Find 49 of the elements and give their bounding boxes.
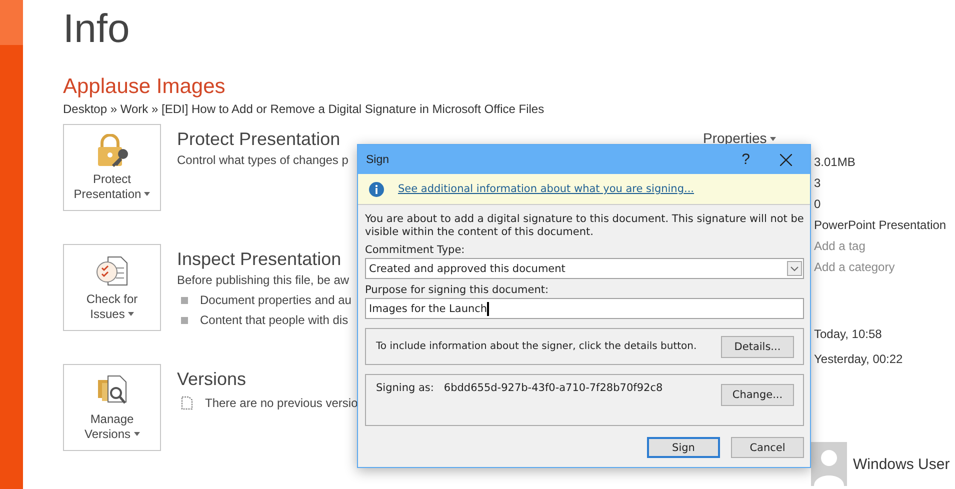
date-value: Today, 10:58: [814, 326, 883, 343]
dialog-title: Sign: [366, 154, 390, 166]
property-value: 3.01MB: [814, 154, 856, 171]
section-description: Control what types of changes p: [177, 153, 348, 167]
section-heading: Inspect Presentation: [177, 248, 342, 270]
page-title: Info: [63, 6, 131, 52]
section-heading: Versions: [177, 368, 248, 390]
versions-note: There are no previous versio: [205, 396, 358, 410]
bullet-icon: [181, 316, 188, 324]
author-name: Windows User: [853, 456, 950, 472]
property-hint[interactable]: Add a tag: [814, 236, 950, 257]
bullet-icon: [181, 296, 188, 304]
section-description: Before publishing this file, be aw: [177, 273, 350, 287]
section-button[interactable]: Protect Presentation: [63, 124, 161, 211]
document-outline-icon: [181, 396, 193, 410]
signing-label: Signing as:: [376, 382, 434, 394]
caret-icon: [134, 432, 140, 436]
field-label: Purpose for signing this document:: [365, 284, 550, 296]
date-value: Yesterday, 00:22: [814, 351, 904, 368]
signing-id: 6bdd655d-927b-43f0-a710-7f28b70f92c8: [444, 382, 664, 394]
caret-icon: [128, 312, 134, 316]
section-button[interactable]: Manage Versions: [63, 364, 161, 451]
details-button[interactable]: Details...: [721, 336, 794, 358]
help-button[interactable]: ?: [742, 151, 750, 168]
bullet-text: Document properties and au: [200, 293, 352, 307]
caret-icon: [770, 137, 776, 142]
change-button[interactable]: Change...: [721, 384, 794, 406]
property-value: 3: [814, 175, 822, 192]
properties-header[interactable]: Properties: [703, 130, 950, 146]
purpose-field[interactable]: Images for the Launch: [365, 298, 804, 319]
section-heading: Protect Presentation: [177, 128, 342, 150]
property-value: 0: [814, 196, 822, 213]
property-value: PowerPoint Presentation: [814, 217, 948, 234]
cancel-button[interactable]: Cancel: [731, 437, 804, 458]
commitment-dropdown[interactable]: Created and approved this document: [365, 258, 804, 279]
property-hint[interactable]: Add a category: [814, 257, 950, 278]
details-text: To include information about the signer, click the details button.: [376, 341, 698, 352]
bullet-text: Content that people with dis: [200, 313, 348, 327]
section-button[interactable]: Check for Issues: [63, 244, 161, 331]
sign-button[interactable]: Sign: [647, 437, 720, 458]
checklist-icon: [94, 254, 130, 288]
file-name: Applause Images: [63, 74, 226, 100]
dialog-description: You are about to add a digital signature to this document. This signature will not be visible within the content of this document.: [365, 213, 804, 239]
info-icon: [369, 182, 384, 196]
field-label: Commitment Type:: [365, 244, 466, 256]
breadcrumb: Desktop » Work » [EDI] How to Add or Remove a Digital Signature in Microsoft Office Files: [63, 102, 546, 116]
avatar-icon: [811, 442, 847, 486]
caret-icon: [144, 192, 150, 196]
close-icon[interactable]: [780, 154, 792, 166]
